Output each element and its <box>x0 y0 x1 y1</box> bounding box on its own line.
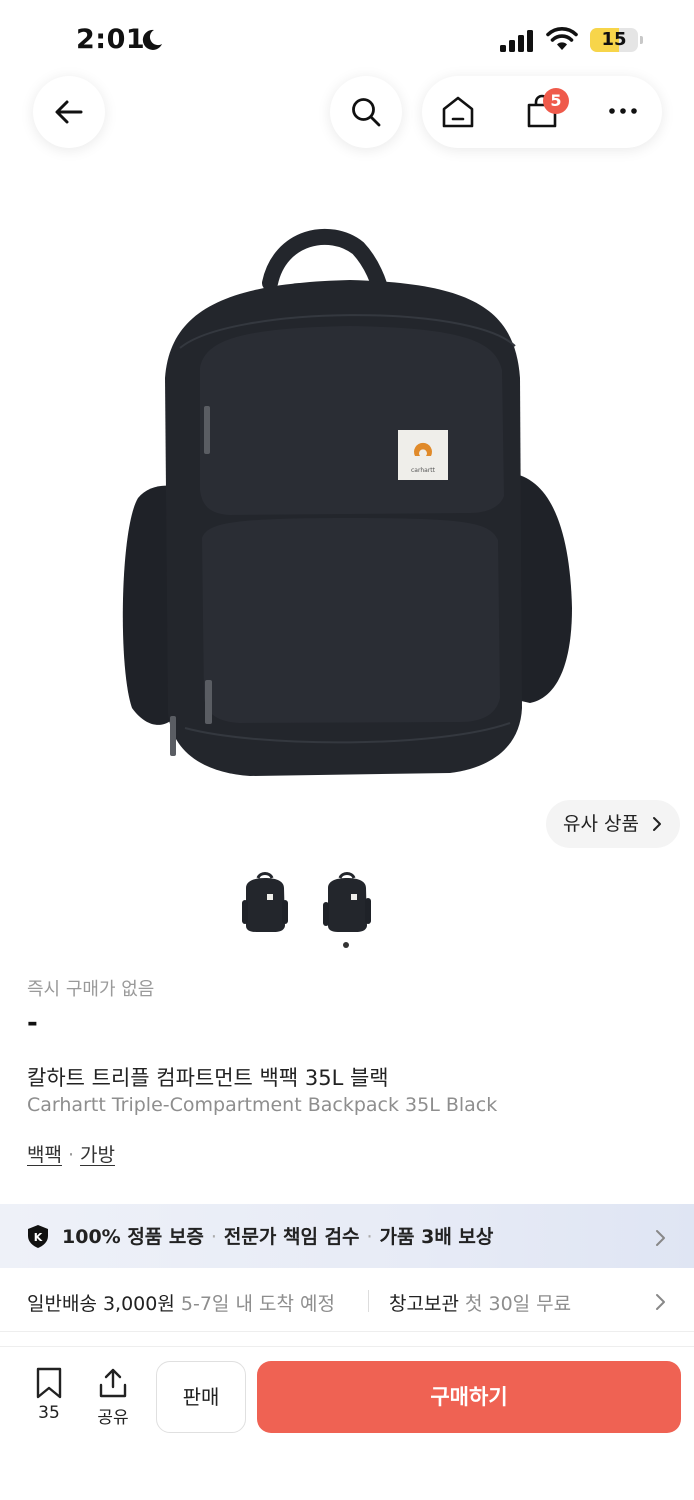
chevron-right-icon <box>656 1230 665 1246</box>
product-title-en: Carhartt Triple-Compartment Backpack 35L… <box>27 1094 498 1116</box>
thumbnail-1[interactable] <box>238 870 292 934</box>
nav-action-group <box>422 76 662 148</box>
shipping-info: 일반배송 3,000원 5-7일 내 도착 예정 <box>27 1289 335 1316</box>
share-button[interactable]: 공유 <box>90 1367 136 1437</box>
product-image[interactable]: carhartt <box>110 228 584 796</box>
thumbnail-strip <box>0 862 694 952</box>
buy-button[interactable]: 구매하기 <box>257 1361 681 1433</box>
bookmark-icon <box>36 1367 62 1399</box>
instant-buy-label: 즉시 구매가 없음 <box>27 979 155 1000</box>
back-arrow-icon <box>55 100 83 124</box>
shipping-label: 일반배송 3,000원 <box>27 1293 175 1315</box>
storage-label: 창고보관 <box>389 1293 459 1315</box>
category-link-bag[interactable]: 가방 <box>80 1144 115 1166</box>
bookmark-button[interactable]: 35 <box>24 1367 74 1437</box>
price: - <box>27 1008 38 1038</box>
guarantee-inspection: 전문가 책임 검수 <box>223 1226 360 1248</box>
status-time: 2:01 <box>76 24 146 55</box>
shield-letter: K <box>34 1231 43 1244</box>
battery-tip <box>640 36 643 44</box>
search-button[interactable] <box>330 76 402 148</box>
cart-count-badge: 5 <box>543 88 569 114</box>
search-icon <box>352 98 381 127</box>
sell-button[interactable]: 판매 <box>156 1361 246 1433</box>
share-icon <box>99 1368 127 1398</box>
wifi-icon <box>546 27 578 50</box>
shipping-divider <box>368 1290 369 1312</box>
guarantee-separator: · <box>210 1226 217 1248</box>
storage-info: 창고보관 첫 30일 무료 <box>389 1289 571 1316</box>
back-button[interactable] <box>33 76 105 148</box>
signal-icon <box>500 30 533 52</box>
patch-text: carhartt <box>411 467 436 474</box>
guarantee-compensation: 가품 3배 보상 <box>379 1226 494 1248</box>
status-bar: 2:01 15 <box>0 0 694 80</box>
storage-note: 첫 30일 무료 <box>464 1293 572 1315</box>
battery-level: 15 <box>601 29 627 50</box>
shield-icon: K <box>28 1225 48 1248</box>
breadcrumb-separator: · <box>67 1144 75 1166</box>
guarantee-separator: · <box>366 1226 373 1248</box>
guarantee-banner[interactable]: K 100% 정품 보증 · 전문가 책임 검수 · 가품 3배 보상 <box>0 1204 694 1268</box>
similar-products-button[interactable]: 유사 상품 <box>546 800 680 848</box>
bottom-action-bar: 35 공유 판매 구매하기 <box>0 1346 694 1500</box>
moon-icon <box>142 29 162 50</box>
chevron-right-icon <box>656 1294 665 1310</box>
guarantee-authentic: 100% 정품 보증 <box>62 1226 204 1248</box>
category-link-backpack[interactable]: 백팩 <box>27 1144 62 1166</box>
share-label: 공유 <box>97 1408 129 1428</box>
chevron-right-icon <box>653 817 661 831</box>
selected-image-indicator <box>343 942 349 948</box>
home-icon[interactable] <box>440 94 476 130</box>
bookmark-count: 35 <box>38 1403 60 1423</box>
thumbnail-2[interactable] <box>320 870 374 934</box>
shipping-info-row[interactable]: 일반배송 3,000원 5-7일 내 도착 예정 창고보관 첫 30일 무료 <box>0 1268 694 1332</box>
similar-products-label: 유사 상품 <box>563 813 639 835</box>
guarantee-text: 100% 정품 보증 · 전문가 책임 검수 · 가품 3배 보상 <box>62 1222 493 1249</box>
breadcrumb: 백팩 · 가방 <box>27 1140 115 1167</box>
product-title-ko: 칼하트 트리플 컴파트먼트 백팩 35L 블랙 <box>27 1066 389 1090</box>
shipping-eta: 5-7일 내 도착 예정 <box>180 1293 335 1315</box>
battery-indicator: 15 <box>590 28 638 52</box>
more-icon[interactable] <box>608 106 638 116</box>
